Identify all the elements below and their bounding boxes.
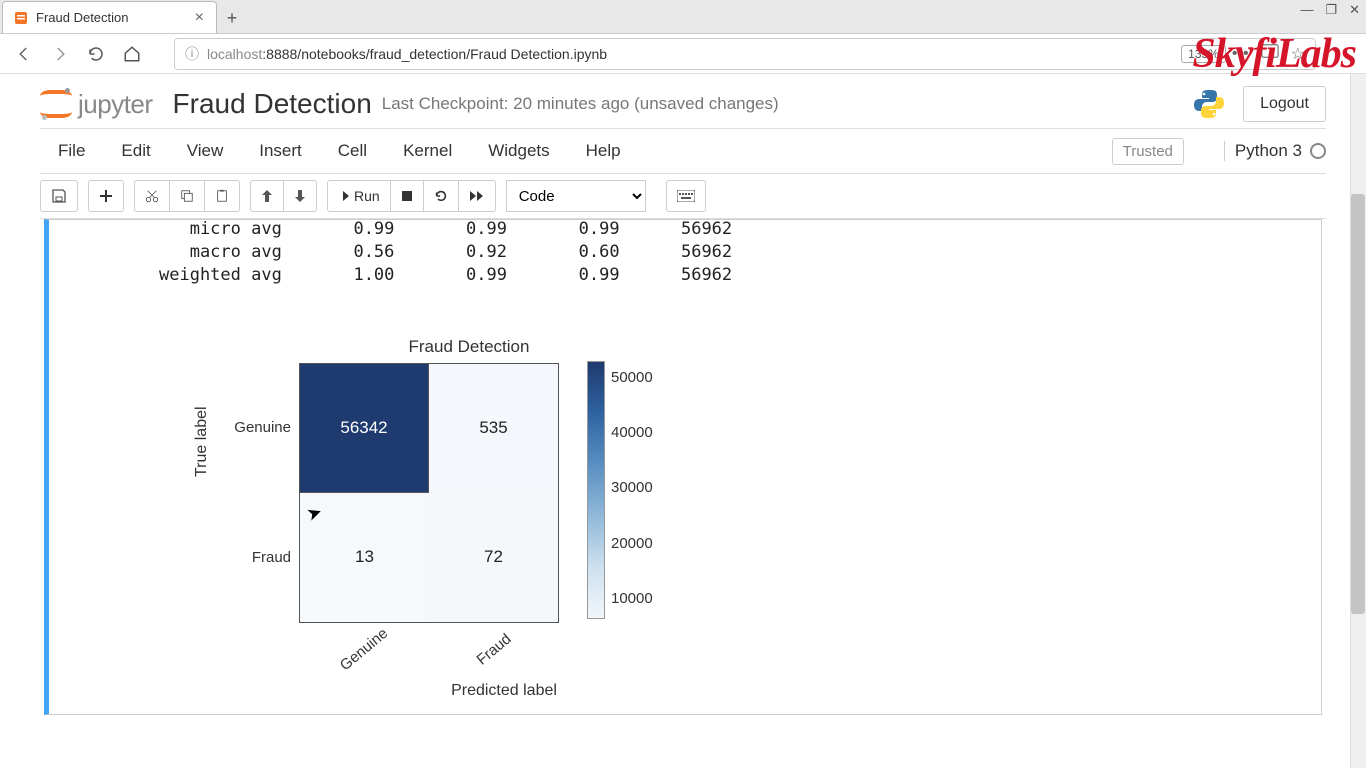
notebook-toolbar: Run Code xyxy=(40,174,1326,219)
brand-logo: SkyfiLabs xyxy=(1192,30,1356,78)
notebook-title[interactable]: Fraud Detection xyxy=(173,88,372,120)
python-icon xyxy=(1192,87,1226,121)
notebook-area: micro avg 0.99 0.99 0.99 56962 macro avg… xyxy=(40,219,1326,715)
minimize-icon[interactable]: — xyxy=(1300,2,1313,18)
url-bar[interactable]: ⓘ localhost:8888/notebooks/fraud_detecti… xyxy=(174,38,1316,70)
cb-tick: 40000 xyxy=(611,424,653,441)
url-text: localhost:8888/notebooks/fraud_detection… xyxy=(207,46,1181,62)
forward-button[interactable] xyxy=(46,40,74,68)
command-palette-button[interactable] xyxy=(666,180,706,212)
home-button[interactable] xyxy=(118,40,146,68)
jupyter-icon xyxy=(40,88,72,120)
window-controls: — ❐ ✕ xyxy=(1300,2,1360,18)
jupyter-header: jupyter Fraud Detection Last Checkpoint:… xyxy=(40,74,1326,128)
url-path: :8888/notebooks/fraud_detection/Fraud De… xyxy=(262,46,607,62)
menu-view[interactable]: View xyxy=(169,133,242,169)
cb-tick: 50000 xyxy=(611,369,653,386)
kernel-status-icon xyxy=(1310,143,1326,159)
menu-edit[interactable]: Edit xyxy=(103,133,168,169)
notebook-icon xyxy=(13,10,29,26)
colorbar xyxy=(587,361,605,619)
cb-tick: 30000 xyxy=(611,479,653,496)
url-host: localhost xyxy=(207,46,262,62)
scrollbar-thumb[interactable] xyxy=(1351,194,1365,614)
cm-cell-0-1: 535 xyxy=(429,363,559,493)
reload-button[interactable] xyxy=(82,40,110,68)
close-window-icon[interactable]: ✕ xyxy=(1349,2,1360,18)
cell-type-select[interactable]: Code xyxy=(506,180,646,212)
y-axis-label: True label xyxy=(193,406,211,477)
back-button[interactable] xyxy=(10,40,38,68)
cm-cell-0-0: 56342 xyxy=(299,363,429,493)
move-up-button[interactable] xyxy=(250,180,284,212)
trusted-badge[interactable]: Trusted xyxy=(1112,138,1184,165)
copy-button[interactable] xyxy=(170,180,205,212)
scrollbar[interactable] xyxy=(1350,74,1366,768)
cb-tick: 10000 xyxy=(611,590,653,607)
new-tab-button[interactable]: + xyxy=(217,3,247,33)
menu-cell[interactable]: Cell xyxy=(320,133,385,169)
jupyter-text: jupyter xyxy=(78,89,153,120)
run-button[interactable]: Run xyxy=(327,180,391,212)
kernel-label: Python 3 xyxy=(1235,141,1302,161)
info-icon[interactable]: ⓘ xyxy=(185,44,199,64)
cb-tick: 20000 xyxy=(611,535,653,552)
ytick-0: Genuine xyxy=(229,419,299,436)
confusion-matrix-chart: Fraud Detection True label ➤ Genuine 563… xyxy=(229,337,749,700)
logout-button[interactable]: Logout xyxy=(1243,86,1326,122)
menu-file[interactable]: File xyxy=(40,133,103,169)
menu-help[interactable]: Help xyxy=(568,133,639,169)
browser-tab[interactable]: Fraud Detection × xyxy=(2,1,217,33)
checkpoint-text: Last Checkpoint: 20 minutes ago (unsaved… xyxy=(382,94,779,114)
add-cell-button[interactable] xyxy=(88,180,124,212)
maximize-icon[interactable]: ❐ xyxy=(1325,2,1337,18)
tab-title: Fraud Detection xyxy=(36,10,193,25)
stop-button[interactable] xyxy=(391,180,424,212)
menu-kernel[interactable]: Kernel xyxy=(385,133,470,169)
ytick-1: Fraud xyxy=(229,549,299,566)
browser-toolbar: ⓘ localhost:8888/notebooks/fraud_detecti… xyxy=(0,34,1366,74)
cut-button[interactable] xyxy=(134,180,170,212)
menu-insert[interactable]: Insert xyxy=(241,133,320,169)
classification-report: micro avg 0.99 0.99 0.99 56962 macro avg… xyxy=(49,218,1321,287)
close-icon[interactable]: × xyxy=(193,9,206,27)
kernel-indicator[interactable]: Python 3 xyxy=(1224,141,1326,161)
restart-button[interactable] xyxy=(424,180,459,212)
jupyter-logo[interactable]: jupyter xyxy=(40,88,153,120)
fast-forward-button[interactable] xyxy=(459,180,496,212)
browser-tab-strip: Fraud Detection × + — ❐ ✕ xyxy=(0,0,1366,34)
save-button[interactable] xyxy=(40,180,78,212)
colorbar-ticks: 50000 40000 30000 20000 10000 xyxy=(611,357,653,619)
menu-bar: File Edit View Insert Cell Kernel Widget… xyxy=(40,128,1326,174)
menu-widgets[interactable]: Widgets xyxy=(470,133,567,169)
paste-button[interactable] xyxy=(205,180,240,212)
chart-title: Fraud Detection xyxy=(189,337,749,357)
run-label: Run xyxy=(354,188,380,204)
output-cell[interactable]: micro avg 0.99 0.99 0.99 56962 macro avg… xyxy=(44,219,1322,715)
x-ticks: Genuine Fraud xyxy=(299,623,749,658)
move-down-button[interactable] xyxy=(284,180,317,212)
